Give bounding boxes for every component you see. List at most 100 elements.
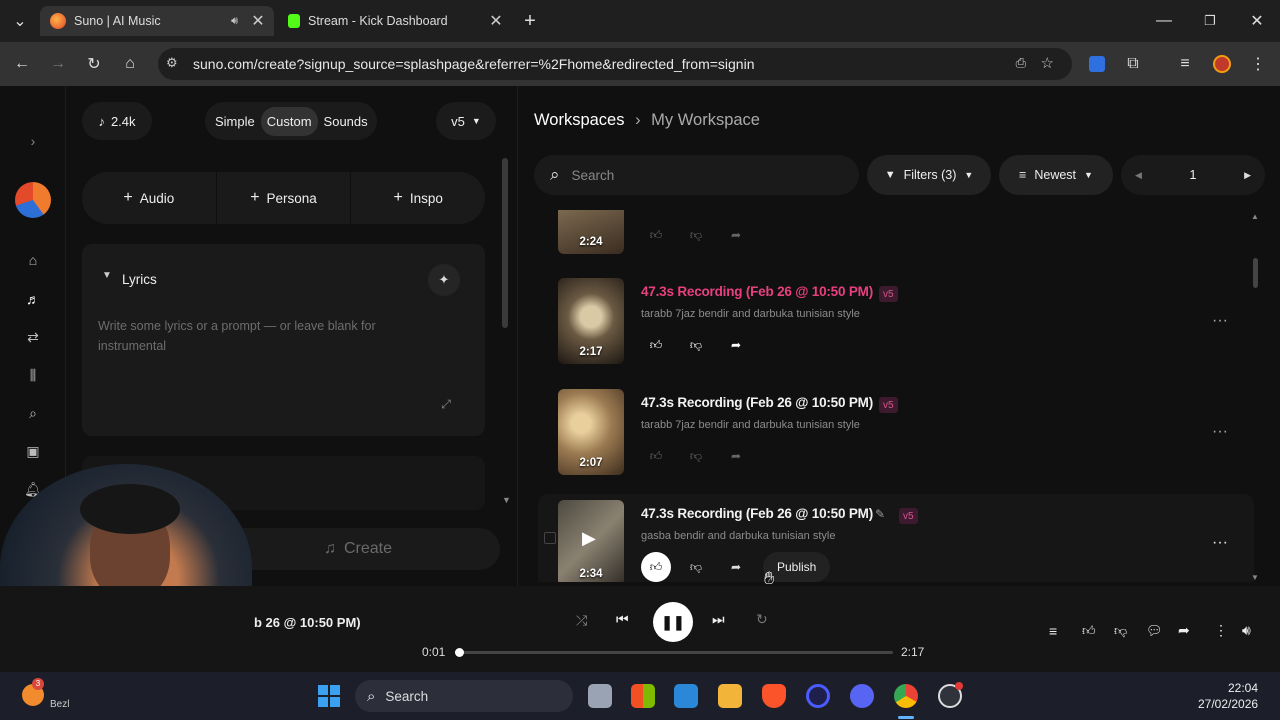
credits-badge[interactable]: ♪ 2.4k — [82, 102, 152, 140]
expand-icon[interactable]: ⤢ — [434, 392, 458, 416]
repeat-icon[interactable]: ↻ — [756, 611, 768, 628]
proton-app-icon[interactable] — [806, 684, 830, 708]
progress-handle[interactable] — [455, 648, 465, 657]
site-info-icon[interactable]: ⚙︎ — [166, 55, 178, 71]
sort-button[interactable]: ≡ Newest ▼ — [999, 155, 1113, 195]
close-tab-icon[interactable]: ✕ — [486, 11, 506, 31]
browser-menu-icon[interactable]: ⋮ — [1248, 54, 1268, 74]
more-options-icon[interactable]: ··· — [1208, 312, 1232, 336]
home-icon[interactable]: ⌂ — [24, 251, 42, 269]
chrome-icon[interactable] — [894, 684, 918, 708]
like-icon[interactable]: 👍︎ — [641, 441, 671, 471]
scroll-down-icon[interactable]: ▼ — [1251, 573, 1259, 582]
speaker-icon[interactable]: 🔊︎ — [231, 15, 238, 28]
share-icon[interactable]: ➦ — [721, 220, 751, 250]
bookmark-star-icon[interactable]: ☆ — [1041, 54, 1054, 72]
suno-logo[interactable] — [15, 182, 51, 218]
pause-button[interactable]: ❚❚ — [653, 602, 693, 642]
scroll-down-icon[interactable]: ▼ — [502, 495, 511, 505]
breadcrumb-workspaces[interactable]: Workspaces — [534, 111, 624, 129]
prev-page-icon[interactable]: ◀ — [1135, 170, 1142, 181]
filters-button[interactable]: ▼ Filters (3) ▼ — [867, 155, 991, 195]
app-grid-icon[interactable] — [631, 684, 655, 708]
magic-wand-icon[interactable]: ✦ — [428, 264, 460, 296]
song-thumbnail[interactable]: ▶ 2:34 — [558, 500, 624, 582]
create-button[interactable]: ♫ Create — [216, 528, 500, 570]
more-options-icon[interactable]: ··· — [1208, 423, 1232, 447]
song-row[interactable]: ▶ 2:34 47.3s Recording (Feb 26 @ 10:50 P… — [538, 494, 1254, 582]
create-music-icon[interactable]: ♬ — [24, 290, 42, 308]
forward-icon[interactable]: → — [48, 54, 68, 74]
media-control-icon[interactable]: ≡ — [1175, 54, 1195, 74]
mode-sounds-tab[interactable]: Sounds — [318, 107, 374, 136]
add-inspo-button[interactable]: + Inspo — [351, 172, 485, 224]
share-icon[interactable]: ➦ — [721, 552, 751, 582]
extensions-puzzle-icon[interactable]: ⧉ — [1123, 54, 1143, 74]
close-window-icon[interactable]: ✕ — [1247, 11, 1267, 31]
share-icon[interactable]: ➦ — [721, 441, 751, 471]
scrollbar-thumb[interactable] — [1253, 258, 1258, 288]
library-icon[interactable]: ⫼ — [24, 366, 42, 384]
dislike-icon[interactable]: 👎︎ — [681, 441, 711, 471]
back-icon[interactable]: ← — [12, 54, 32, 74]
like-icon[interactable]: 👍︎ — [641, 552, 671, 582]
search-input[interactable]: ⌕ Search — [534, 155, 859, 195]
add-persona-button[interactable]: + Persona — [217, 172, 352, 224]
home-icon[interactable]: ⌂ — [120, 54, 140, 74]
new-tab-icon[interactable]: + — [520, 10, 540, 32]
brave-browser-icon[interactable] — [762, 684, 786, 708]
mode-simple-tab[interactable]: Simple — [209, 107, 261, 136]
hooks-icon[interactable]: ▣ — [24, 442, 42, 460]
song-thumbnail[interactable]: 2:07 — [558, 389, 624, 475]
tab-suno[interactable]: Suno | AI Music 🔊︎ ✕ — [40, 6, 274, 36]
dislike-icon[interactable]: 👎︎ — [1114, 623, 1127, 639]
lyrics-heading[interactable]: Lyrics — [122, 272, 157, 287]
next-page-icon[interactable]: ▶ — [1244, 170, 1251, 181]
dislike-icon[interactable]: 👎︎ — [681, 220, 711, 250]
share-icon[interactable]: ➦ — [1178, 622, 1190, 639]
task-view-icon[interactable] — [588, 684, 612, 708]
queue-icon[interactable]: ≡ — [1049, 623, 1057, 639]
more-options-icon[interactable]: ··· — [1208, 534, 1232, 558]
scrollbar-thumb[interactable] — [502, 158, 508, 328]
dislike-icon[interactable]: 👎︎ — [681, 330, 711, 360]
now-playing-title[interactable]: b 26 @ 10:50 PM) — [254, 615, 361, 630]
song-title[interactable]: 47.3s Recording (Feb 26 @ 10:50 PM) — [641, 284, 873, 299]
more-options-icon[interactable]: ⋮ — [1214, 622, 1228, 639]
tab-kick[interactable]: Stream - Kick Dashboard ✕ — [278, 6, 512, 36]
song-row[interactable]: 2:24 👍︎ 👎︎ ➦ — [538, 210, 1254, 266]
add-audio-button[interactable]: + Audio — [82, 172, 217, 224]
file-explorer-icon[interactable] — [718, 684, 742, 708]
tab-search-icon[interactable]: ⌄ — [10, 11, 30, 31]
scroll-up-icon[interactable]: ▲ — [1251, 212, 1259, 221]
select-checkbox[interactable] — [544, 532, 556, 544]
like-icon[interactable]: 👍︎ — [641, 220, 671, 250]
studio-icon[interactable]: ⇄ — [24, 328, 42, 346]
expand-sidebar-icon[interactable]: › — [24, 132, 42, 150]
share-icon[interactable]: ➦ — [721, 330, 751, 360]
mode-custom-tab[interactable]: Custom — [260, 106, 318, 136]
next-track-icon[interactable]: ⏭︎ — [712, 611, 725, 628]
close-tab-icon[interactable]: ✕ — [248, 11, 268, 31]
song-title[interactable]: 47.3s Recording (Feb 26 @ 10:50 PM) — [641, 506, 873, 521]
like-icon[interactable]: 👍︎ — [1082, 623, 1096, 639]
chevron-down-icon[interactable]: ▼ — [102, 270, 112, 281]
comments-icon[interactable]: 💬︎ — [1146, 623, 1163, 639]
taskbar-search[interactable]: ⌕ Search — [355, 680, 573, 712]
clock-time[interactable]: 22:04 — [1228, 681, 1258, 695]
install-app-icon[interactable]: ⎙ — [1016, 55, 1026, 71]
minimize-icon[interactable]: — — [1154, 11, 1174, 31]
previous-track-icon[interactable]: ⏮︎ — [616, 611, 629, 628]
shuffle-icon[interactable]: ⤮ — [576, 612, 587, 629]
windows-start-icon[interactable] — [318, 685, 340, 707]
lyrics-input[interactable]: Write some lyrics or a prompt — or leave… — [98, 316, 418, 356]
clock-date[interactable]: 27/02/2026 — [1198, 697, 1258, 711]
extension-shield-icon[interactable] — [1087, 54, 1107, 74]
profile-avatar-icon[interactable] — [1212, 54, 1232, 74]
address-bar[interactable]: ⚙︎ suno.com/create?signup_source=splashp… — [158, 48, 1072, 80]
song-thumbnail[interactable]: 2:17 — [558, 278, 624, 364]
reload-icon[interactable]: ↻ — [84, 54, 104, 74]
discord-icon[interactable] — [850, 684, 874, 708]
model-selector[interactable]: v5 ▼ — [436, 102, 496, 140]
song-thumbnail[interactable]: 2:24 — [558, 210, 624, 254]
